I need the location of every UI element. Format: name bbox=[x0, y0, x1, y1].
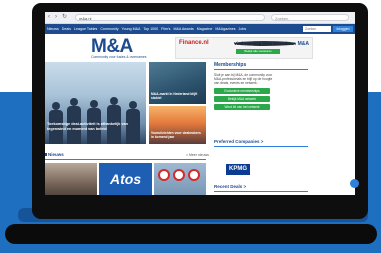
divider bbox=[214, 191, 308, 192]
divider bbox=[214, 146, 308, 147]
stop-sign-icon bbox=[188, 169, 200, 181]
nav-item[interactable]: Top 1000 bbox=[143, 24, 158, 34]
nav-item[interactable]: Community bbox=[100, 24, 118, 34]
news-section-title: Nieuws bbox=[45, 152, 64, 157]
membership-button-2[interactable]: Bekijk M&A netwerk bbox=[214, 95, 270, 102]
logo-mark: M&A bbox=[91, 36, 133, 57]
news-thumb-1[interactable] bbox=[45, 163, 97, 195]
hero-top-right-caption: M&A-markt in Nederland blijft stabiel bbox=[151, 92, 198, 100]
membership-button-1[interactable]: Exclusieve memberships bbox=[214, 87, 270, 94]
site-search-input[interactable]: Zoeken bbox=[303, 26, 331, 32]
browser-search-input[interactable]: Zoeken bbox=[271, 14, 349, 21]
laptop-base bbox=[5, 224, 377, 244]
back-icon[interactable]: ‹ bbox=[48, 14, 54, 20]
atos-logo: Atos bbox=[110, 171, 142, 187]
forward-icon[interactable]: › bbox=[55, 14, 61, 20]
nav-item[interactable]: Nieuws bbox=[47, 24, 59, 34]
nav-item[interactable]: Film's bbox=[161, 24, 170, 34]
browser-search-placeholder: Zoeken bbox=[275, 16, 289, 21]
nav-item[interactable]: League Tables bbox=[74, 24, 97, 34]
silhouette-head bbox=[90, 100, 98, 108]
banner-brand: Finance.nl bbox=[179, 40, 209, 46]
kpmg-logo[interactable]: KPMG bbox=[226, 164, 250, 175]
address-bar[interactable]: m&a.nl bbox=[75, 14, 265, 21]
browser-toolbar: ‹ › ↻ m&a.nl Zoeken bbox=[45, 12, 355, 24]
recent-deals-title[interactable]: Recent Deals > bbox=[214, 184, 246, 189]
silhouette-head bbox=[70, 98, 78, 106]
nav-item[interactable]: Magazine bbox=[197, 24, 213, 34]
membership-title: Memberships bbox=[214, 62, 247, 68]
url-text: m&a.nl bbox=[79, 16, 92, 21]
silhouette-head bbox=[110, 97, 118, 105]
stop-sign-icon bbox=[173, 169, 185, 181]
preferred-companies-title[interactable]: Preferred Companies > bbox=[214, 139, 263, 144]
hero-top-right-article[interactable]: M&A-markt in Nederland blijft stabiel bbox=[149, 62, 206, 104]
nav-item[interactable]: M&Agazines bbox=[215, 24, 235, 34]
nav-item[interactable]: Jobs bbox=[239, 24, 247, 34]
banner-headline: Vind vandaag jouw droombaan bbox=[234, 41, 296, 46]
hero-bottom-right-article[interactable]: Vooruitzichten voor dealmakers in komend… bbox=[149, 106, 206, 144]
login-button[interactable]: Inloggen bbox=[333, 26, 353, 32]
silhouette-head bbox=[52, 102, 60, 110]
sidebar: Memberships Sluit je aan bij M&A, de com… bbox=[214, 62, 308, 110]
divider bbox=[214, 69, 308, 70]
ad-banner[interactable]: Finance.nl Vind vandaag jouw droombaan B… bbox=[175, 37, 313, 59]
divider bbox=[45, 159, 206, 160]
laptop-screen: ‹ › ↻ m&a.nl Zoeken Nieuws Deals League Ta… bbox=[45, 12, 355, 195]
silhouette-head bbox=[129, 101, 137, 109]
site-navigation: Nieuws Deals League Tables Community Young M… bbox=[45, 24, 355, 34]
banner-badge: M&A bbox=[297, 41, 309, 47]
site-logo[interactable]: M&A Community voor fusies & overnames bbox=[91, 36, 147, 59]
news-thumb-3[interactable] bbox=[154, 163, 206, 195]
hero-main-article[interactable]: Toekomstige deal-activiteit is afhankeli… bbox=[45, 62, 146, 144]
reload-icon[interactable]: ↻ bbox=[62, 14, 68, 20]
news-thumb-2[interactable]: Atos bbox=[99, 163, 152, 195]
nav-item[interactable]: Deals bbox=[62, 24, 71, 34]
logo-tagline: Community voor fusies & overnames bbox=[91, 55, 147, 59]
more-news-link[interactable]: > Meer nieuws bbox=[186, 153, 209, 157]
news-label-text: Nieuws bbox=[48, 152, 64, 157]
hero-bottom-right-caption: Vooruitzichten voor dealmakers in komend… bbox=[151, 131, 201, 139]
banner-cta-button[interactable]: Bekijk alle vacatures bbox=[236, 49, 280, 54]
nav-item[interactable]: M&A Awards bbox=[173, 24, 193, 34]
news-square-icon bbox=[45, 153, 47, 156]
membership-button-3[interactable]: Word lid van het netwerk bbox=[214, 103, 270, 110]
membership-text: Sluit je aan bij M&A, de community voor … bbox=[214, 73, 273, 86]
nav-item[interactable]: Young M&A bbox=[122, 24, 141, 34]
site-search-placeholder: Zoeken bbox=[305, 27, 317, 31]
stop-sign-icon bbox=[158, 169, 170, 181]
chat-icon[interactable] bbox=[350, 179, 359, 188]
hero-main-caption: Toekomstige deal-activiteit is afhankeli… bbox=[47, 122, 128, 131]
